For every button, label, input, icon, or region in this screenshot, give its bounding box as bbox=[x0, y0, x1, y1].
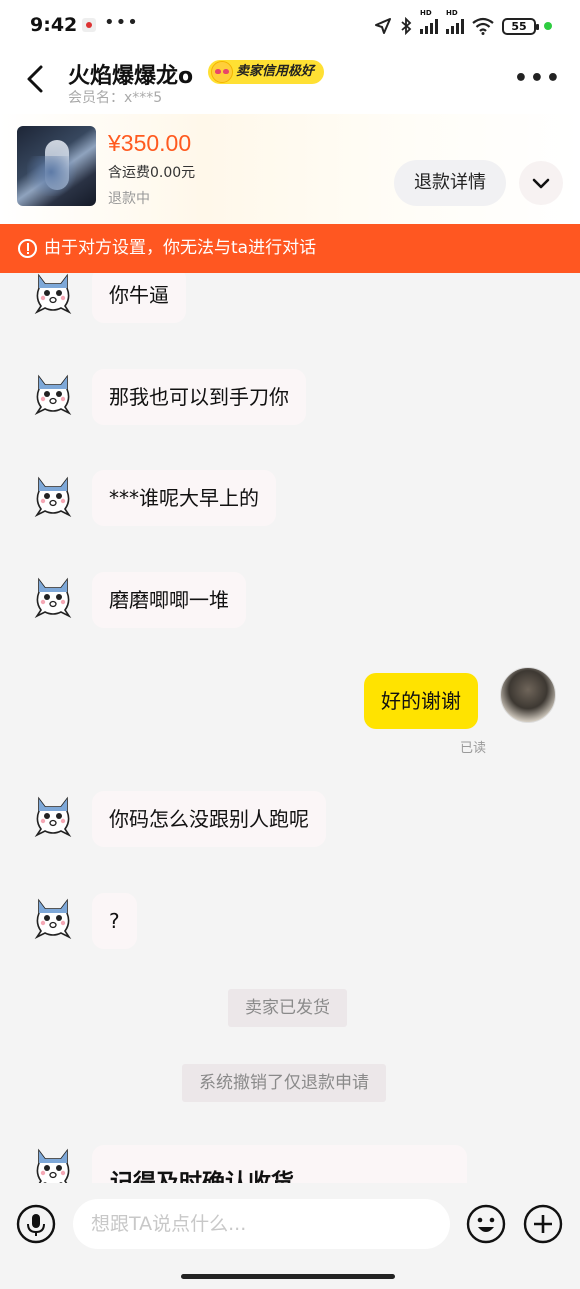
app-notification-icon bbox=[82, 18, 96, 32]
home-indicator[interactable] bbox=[181, 1274, 395, 1279]
credit-badge-label: 卖家信用极好 bbox=[236, 64, 315, 79]
shipping-fee: 含运费0.00元 bbox=[108, 165, 196, 181]
chat-restriction-banner: 由于对方设置，你无法与ta进行对话 bbox=[0, 224, 580, 273]
message-bubble[interactable]: ***谁呢大早上的 bbox=[92, 470, 276, 526]
shop-name[interactable]: 火焰爆爆龙o bbox=[68, 58, 193, 90]
ghost-cat-avatar[interactable] bbox=[33, 1143, 73, 1183]
refund-detail-button[interactable]: 退款详情 bbox=[394, 160, 506, 206]
ghost-cat-avatar[interactable] bbox=[33, 471, 73, 517]
wifi-icon bbox=[472, 17, 494, 35]
battery-icon: 55 bbox=[502, 17, 539, 35]
message-bubble[interactable]: 你码怎么没跟别人跑呢 bbox=[92, 791, 326, 847]
ghost-cat-avatar[interactable] bbox=[33, 572, 73, 618]
ghost-cat-avatar[interactable] bbox=[33, 273, 73, 314]
member-name: 会员名：x***5 bbox=[68, 90, 163, 106]
status-more-icon: ••• bbox=[104, 12, 139, 33]
message-bubble[interactable]: 那我也可以到手刀你 bbox=[92, 369, 306, 425]
status-bar: 9:42 ••• HD HD 55 bbox=[0, 0, 580, 52]
expand-button[interactable] bbox=[519, 161, 563, 205]
back-icon[interactable] bbox=[20, 62, 54, 96]
ghost-cat-avatar[interactable] bbox=[33, 369, 73, 415]
system-notice: 系统撤销了仅退款申请 bbox=[182, 1064, 386, 1102]
system-notice: 卖家已发货 bbox=[228, 989, 347, 1027]
chat-header: 火焰爆爆龙o 卖家信用极好 会员名：x***5 ••• bbox=[0, 52, 580, 114]
banner-text: 由于对方设置，你无法与ta进行对话 bbox=[44, 238, 317, 258]
order-card[interactable]: ¥350.00 含运费0.00元 退款中 退款详情 bbox=[0, 114, 580, 224]
privacy-indicator-dot bbox=[544, 22, 552, 30]
credit-badge[interactable]: 卖家信用极好 bbox=[208, 60, 325, 84]
heart-eyes-emoji-icon bbox=[211, 61, 233, 83]
emoji-icon[interactable] bbox=[466, 1204, 506, 1244]
mic-icon[interactable] bbox=[16, 1204, 56, 1244]
my-message-bubble[interactable]: 好的谢谢 bbox=[364, 673, 478, 729]
plus-icon[interactable] bbox=[523, 1204, 563, 1244]
signal-icon: HD bbox=[420, 9, 438, 34]
ghost-cat-avatar[interactable] bbox=[33, 893, 73, 939]
signal-icon-2: HD bbox=[446, 9, 464, 34]
message-bubble[interactable]: ? bbox=[92, 893, 137, 949]
my-avatar[interactable] bbox=[500, 667, 556, 723]
alert-circle-icon bbox=[18, 239, 37, 258]
more-icon[interactable]: ••• bbox=[514, 66, 562, 91]
bluetooth-icon bbox=[401, 17, 412, 35]
message-input[interactable] bbox=[73, 1199, 450, 1249]
status-indicators: HD HD 55 bbox=[374, 9, 552, 38]
chevron-down-icon bbox=[532, 178, 550, 189]
message-card[interactable]: 记得及时确认收货 bbox=[92, 1145, 467, 1183]
product-thumbnail[interactable] bbox=[17, 126, 96, 206]
status-time: 9:42 bbox=[30, 14, 78, 36]
message-list[interactable]: 你牛逼 那我也可以到手刀你 ***谁呢大早上的 磨磨唧唧一堆 好的谢谢 已读 你… bbox=[0, 273, 580, 1183]
message-bubble[interactable]: 你牛逼 bbox=[92, 273, 186, 323]
read-receipt: 已读 bbox=[460, 741, 487, 756]
refund-status: 退款中 bbox=[108, 191, 150, 207]
order-price: ¥350.00 bbox=[108, 130, 192, 156]
input-bar bbox=[0, 1183, 580, 1289]
message-bubble[interactable]: 磨磨唧唧一堆 bbox=[92, 572, 246, 628]
ghost-cat-avatar[interactable] bbox=[33, 791, 73, 837]
location-icon bbox=[375, 18, 391, 34]
